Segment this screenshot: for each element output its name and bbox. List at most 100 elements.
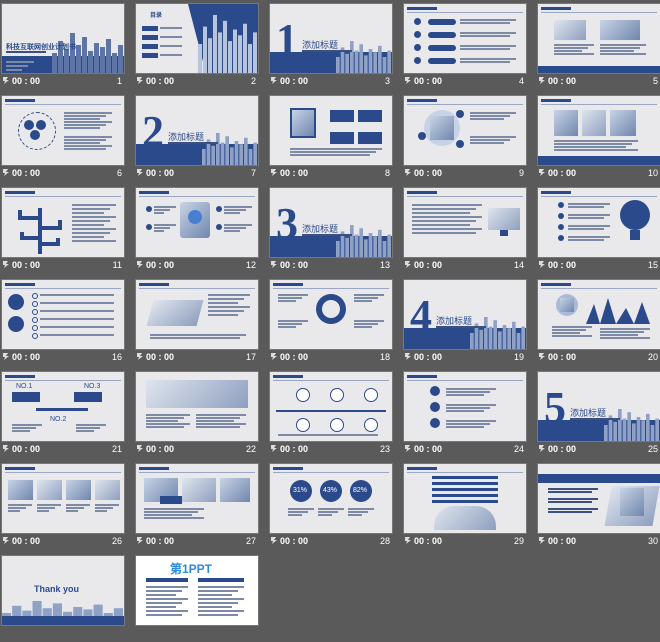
slide-preview[interactable]: 3 添加标题: [270, 188, 392, 257]
photo-placeholder: [582, 110, 606, 136]
slide-preview[interactable]: 科技互联网创业计划书: [2, 4, 124, 73]
city-skyline-graphic: [336, 225, 391, 257]
slide-preview[interactable]: [136, 464, 258, 533]
section-number: 3: [276, 199, 298, 248]
slide-preview[interactable]: [538, 4, 660, 73]
slide-thumbnail-cell[interactable]: 00 : 00 17: [134, 278, 260, 366]
slide-preview[interactable]: [270, 280, 392, 349]
slide-preview[interactable]: [538, 188, 660, 257]
slide-preview[interactable]: [270, 96, 392, 165]
color-bar: [142, 44, 158, 49]
slide-thumbnail-cell[interactable]: 00 : 00 9: [402, 94, 528, 182]
slide-header-line: [139, 472, 255, 473]
text-line: [146, 598, 188, 600]
slide-thumbnail-cell[interactable]: 00 : 00 18: [268, 278, 394, 366]
text-line: [412, 232, 476, 234]
slide-preview[interactable]: [404, 464, 526, 533]
text-line: [72, 212, 104, 214]
slide-preview[interactable]: [538, 280, 660, 349]
slide-thumbnail-cell[interactable]: 4 添加标题 00 : 00 19: [402, 278, 528, 366]
slide-preview[interactable]: [2, 188, 124, 257]
slide-preview[interactable]: [2, 96, 124, 165]
text-line: [72, 216, 116, 218]
slide-preview[interactable]: [2, 280, 124, 349]
city-skyline-graphic: [198, 15, 257, 73]
slide-meta: 00 : 00 30: [538, 535, 660, 549]
slide-preview[interactable]: [136, 188, 258, 257]
slide-thumbnail-cell[interactable]: 科技互联网创业计划书 00 : 00 1: [0, 2, 126, 90]
slide-number: 2: [250, 76, 256, 86]
slide-thumbnail-cell[interactable]: 00 : 00 10: [536, 94, 660, 182]
slide-preview[interactable]: 2 添加标题: [136, 96, 258, 165]
slide-number: 29: [513, 536, 524, 546]
slide-header-tag: [541, 191, 571, 194]
slide-preview[interactable]: [136, 372, 258, 441]
slide-thumbnail-cell[interactable]: 00 : 00 14: [402, 186, 528, 274]
text-line: [72, 208, 110, 210]
slide-meta: 00 : 00 20: [538, 351, 660, 365]
slide-thumbnail-cell[interactable]: 00 : 00 11: [0, 186, 126, 274]
slide-preview[interactable]: Thank you: [2, 556, 124, 625]
text-line: [66, 507, 84, 509]
slide-preview[interactable]: [538, 96, 660, 165]
slide-thumbnail-cell[interactable]: 00 : 00 29: [402, 462, 528, 550]
slide-thumbnail-cell[interactable]: 5 添加标题 00 : 00 25: [536, 370, 660, 458]
slide-preview[interactable]: 31% 43% 82%: [270, 464, 392, 533]
slide-preview[interactable]: [404, 188, 526, 257]
circle-shape: [620, 200, 650, 230]
slide-header-tag: [5, 99, 35, 102]
slide-thumbnail-cell[interactable]: 第1PPT: [134, 554, 260, 642]
slide-preview[interactable]: 1 添加标题: [270, 4, 392, 73]
slide-preview[interactable]: 第1PPT: [136, 556, 258, 625]
slide-preview[interactable]: [538, 464, 660, 533]
slide-thumbnail-cell[interactable]: 00 : 00 30: [536, 462, 660, 550]
slide-preview[interactable]: 目录: [136, 4, 258, 73]
slide-thumbnail-cell[interactable]: 31% 43% 82% 00 : 00 28: [268, 462, 394, 550]
slide-number: 16: [111, 352, 122, 362]
circle-shape: [430, 386, 440, 396]
slide-preview[interactable]: [2, 464, 124, 533]
slide-preview[interactable]: [404, 96, 526, 165]
slide-thumbnail-cell[interactable]: 00 : 00 15: [536, 186, 660, 274]
slide-thumbnail-cell[interactable]: 00 : 00 20: [536, 278, 660, 366]
slide-timing: 00 : 00: [12, 444, 41, 454]
slide-preview[interactable]: 5 添加标题: [538, 372, 660, 441]
text-line: [64, 148, 106, 150]
circle-shape: [146, 224, 152, 230]
slide-preview[interactable]: [270, 372, 392, 441]
slide-thumbnail-cell[interactable]: 3 添加标题 00 : 00 13: [268, 186, 394, 274]
circle-shape: [330, 388, 344, 402]
label-no3: NO.3: [84, 383, 101, 390]
circle-shape: [32, 333, 38, 339]
slide-preview[interactable]: [136, 280, 258, 349]
slide-thumbnail-cell[interactable]: 00 : 00 6: [0, 94, 126, 182]
slide-thumbnail-cell[interactable]: 00 : 00 26: [0, 462, 126, 550]
slide-thumbnail-cell[interactable]: 00 : 00 22: [134, 370, 260, 458]
slide-preview[interactable]: [404, 372, 526, 441]
slide-thumbnail-cell[interactable]: 00 : 00 27: [134, 462, 260, 550]
slide-thumbnail-cell[interactable]: 00 : 00 4: [402, 2, 528, 90]
slide-thumbnail-cell[interactable]: 00 : 00 24: [402, 370, 528, 458]
slide-timing: 00 : 00: [414, 444, 443, 454]
slide-thumbnail-cell[interactable]: 00 : 00 8: [268, 94, 394, 182]
text-line: [548, 511, 592, 513]
text-line: [412, 204, 482, 206]
slide-thumbnail-cell[interactable]: 00 : 00 23: [268, 370, 394, 458]
text-line: [66, 504, 90, 506]
slide-preview[interactable]: 4 添加标题: [404, 280, 526, 349]
text-line: [302, 234, 352, 236]
text-line: [72, 236, 104, 238]
slide-thumbnail-cell[interactable]: 目录 00 : 00 2: [134, 2, 260, 90]
slide-preview[interactable]: NO.1 NO.3 NO.2: [2, 372, 124, 441]
slide-thumbnail-cell[interactable]: NO.1 NO.3 NO.2 00 : 00 21: [0, 370, 126, 458]
list-pill: [428, 32, 456, 38]
slide-thumbnail-cell[interactable]: 00 : 00 16: [0, 278, 126, 366]
slide-thumbnail-cell[interactable]: 2 添加标题 00 : 00 7: [134, 94, 260, 182]
text-line: [160, 36, 182, 38]
slide-thumbnail-cell[interactable]: 1 添加标题 00 : 00 3: [268, 2, 394, 90]
slide-preview[interactable]: [404, 4, 526, 73]
slide-thumbnail-cell[interactable]: 00 : 00 5: [536, 2, 660, 90]
transition-icon: [3, 537, 9, 544]
slide-thumbnail-cell[interactable]: 00 : 00 12: [134, 186, 260, 274]
slide-thumbnail-cell[interactable]: Thank you: [0, 554, 126, 642]
